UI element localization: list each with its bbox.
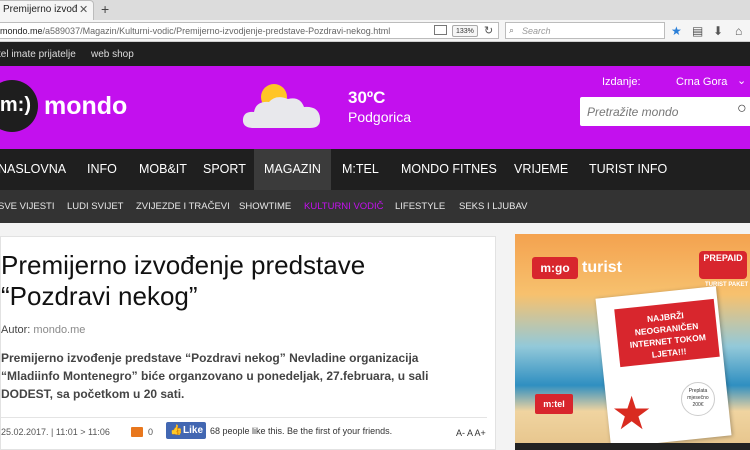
subnav-item-zvijezde[interactable]: ZVIJEZDE I TRAČEVI [136,201,230,212]
author-name[interactable]: mondo.me [33,324,85,336]
ad-price-badge: Preplata mjesečno 200€ [681,382,715,416]
url-text: mondo.me/a589037/Magazin/Kulturni-vodic/… [0,26,390,36]
nav-item-mondo-fitnes[interactable]: MONDO FITNES [401,149,497,190]
url-host: mondo.me [0,26,43,36]
weather-temperature: 30ºC [348,88,386,107]
subnav-item-kulturni-vodic[interactable]: KULTURNI VODIČ [304,201,384,212]
browser-search-box[interactable]: ⌕ Search [505,22,665,39]
browser-toolbar: mondo.me/a589037/Magazin/Kulturni-vodic/… [0,20,750,42]
site-top-bar: tel imate prijatelje web shop [0,42,750,66]
nav-item-turist-info[interactable]: TURIST INFO [589,149,667,190]
site-search-input[interactable]: Pretražite mondo ○ [580,97,750,126]
tab-title: Premijerno izvođenje predst [3,4,77,15]
article-card: Premijerno izvođenje predstave “Pozdravi… [0,236,496,450]
nav-item-sport[interactable]: SPORT [203,149,246,190]
subnav-item-showtime[interactable]: SHOWTIME [239,201,291,212]
subnav-item-ludi-svijet[interactable]: LUDI SVIJET [67,201,124,212]
ad-brand-logo: m:go [532,257,578,279]
sub-navigation: SVE VIJESTI LUDI SVIJET ZVIJEZDE I TRAČE… [0,190,750,223]
subnav-item-sve-vijesti[interactable]: SVE VIJESTI [0,201,55,212]
subnav-item-lifestyle[interactable]: LIFESTYLE [395,201,445,212]
nav-item-vrijeme[interactable]: VRIJEME [514,149,568,190]
nav-item-info[interactable]: INFO [87,149,117,190]
advertisement-banner[interactable]: m:go turist PREPAID TURIST PAKET NAJBRŽI… [515,234,750,450]
top-link-webshop[interactable]: web shop [91,49,134,60]
search-icon[interactable]: ○ [737,100,747,118]
zoom-indicator[interactable]: 133% [452,25,478,37]
browser-tab-bar: Premijerno izvođenje predst ✕ + [0,0,750,20]
like-count-text: 68 people like this. Be the first of you… [210,426,393,436]
home-icon[interactable]: ⌂ [735,24,742,38]
starfish-icon: ★ [611,387,653,439]
logo-text[interactable]: mondo [44,92,127,121]
reader-view-icon[interactable] [434,25,447,35]
ad-headline: NAJBRŽI NEOGRANIČEN INTERNET TOKOM LJETA… [614,298,720,368]
subnav-item-seks-i-ljubav[interactable]: SEKS I LJUBAV [459,201,527,212]
comment-count[interactable]: 0 [148,427,153,437]
edition-label: Izdanje: [602,76,641,88]
reload-icon[interactable]: ↻ [484,24,493,37]
nav-item-mtel[interactable]: M:TEL [342,149,379,190]
logo-mark[interactable]: m:) [0,80,38,132]
reading-list-icon[interactable]: ▤ [692,24,703,38]
nav-item-magazin[interactable]: MAGAZIN [264,149,321,190]
top-link-friends[interactable]: tel imate prijatelje [0,49,76,60]
thumbs-up-icon: 👍 [170,425,183,436]
article-title: Premijerno izvođenje predstave “Pozdravi… [1,250,366,311]
url-path: /a589037/Magazin/Kulturni-vodic/Premijer… [42,26,391,36]
font-size-controls[interactable]: A- A A+ [456,428,486,438]
chevron-down-icon[interactable]: ⌄ [737,74,746,87]
article-date: 25.02.2017. | 11:01 > 11:06 [1,427,110,437]
site-header: m:) mondo 30ºC Podgorica Izdanje: Crna G… [0,66,750,149]
search-icon: ⌕ [509,25,515,35]
partly-cloudy-icon [242,97,321,128]
article-author: Autor: mondo.me [1,324,85,336]
url-bar[interactable]: mondo.me/a589037/Magazin/Kulturni-vodic/… [0,22,499,39]
article-lead: Premijerno izvođenje predstave “Pozdravi… [1,351,429,401]
author-label: Autor: [1,324,31,336]
new-tab-icon[interactable]: + [101,1,109,17]
close-tab-icon[interactable]: ✕ [79,3,88,16]
browser-search-placeholder: Search [522,26,551,36]
main-navigation: NASLOVNA INFO MOB&IT SPORT MAGAZIN M:TEL… [0,149,750,190]
edition-select[interactable]: Crna Gora [676,76,727,88]
browser-tab[interactable]: Premijerno izvođenje predst ✕ [0,0,94,20]
ad-prepaid-badge: PREPAID [699,251,747,279]
nav-item-mobit[interactable]: MOB&IT [139,149,187,190]
download-icon[interactable]: ⬇ [713,24,723,38]
ad-operator-logo: m:tel [535,394,573,414]
weather-city: Podgorica [348,109,412,125]
ad-product-name: turist [582,259,622,276]
comment-icon[interactable] [131,427,143,437]
ad-bottom-strip [515,443,750,450]
facebook-like-button[interactable]: 👍 Like [166,422,206,439]
like-label: Like [183,425,204,436]
divider [1,417,487,418]
bookmark-star-icon[interactable]: ★ [671,24,682,38]
site-search-placeholder: Pretražite mondo [587,105,679,119]
nav-item-naslovna[interactable]: NASLOVNA [0,149,66,190]
